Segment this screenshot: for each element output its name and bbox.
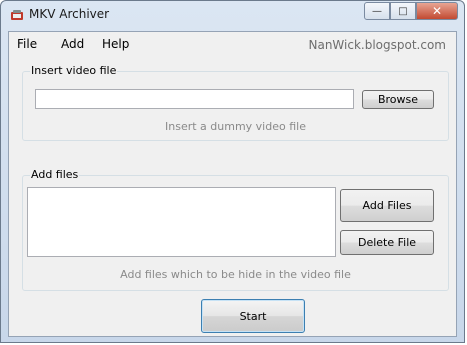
menu-help[interactable]: Help (102, 37, 129, 51)
menu-add[interactable]: Add (61, 37, 84, 51)
video-hint: Insert a dummy video file (165, 120, 306, 133)
mkv-app-icon (11, 10, 23, 20)
delete-file-button[interactable]: Delete File (340, 230, 434, 255)
title-bar[interactable]: MKV Archiver — □ ✕ (1, 1, 464, 31)
start-button[interactable]: Start (201, 299, 305, 333)
maximize-button[interactable]: □ (390, 2, 416, 20)
close-button[interactable]: ✕ (416, 2, 458, 20)
files-list[interactable] (27, 187, 336, 257)
app-window: MKV Archiver — □ ✕ File Add Help NanWick… (0, 0, 465, 343)
window-title: MKV Archiver (29, 7, 110, 21)
video-file-group: Insert video file Browse Insert a dummy … (22, 64, 449, 141)
files-group-legend: Add files (30, 168, 80, 181)
files-hint: Add files which to be hide in the video … (120, 268, 351, 281)
caption-buttons: — □ ✕ (364, 2, 458, 20)
browse-button[interactable]: Browse (362, 90, 434, 109)
client-area: File Add Help NanWick.blogspot.com Inser… (8, 31, 457, 337)
minimize-button[interactable]: — (364, 2, 390, 20)
video-path-input[interactable] (35, 89, 354, 109)
menu-bar: File Add Help NanWick.blogspot.com (9, 32, 456, 56)
add-files-group: Add files Add Files Delete File Add file… (22, 168, 449, 291)
menu-file[interactable]: File (17, 37, 37, 51)
add-files-button[interactable]: Add Files (340, 189, 434, 222)
site-label: NanWick.blogspot.com (308, 38, 446, 52)
video-group-legend: Insert video file (30, 64, 118, 77)
